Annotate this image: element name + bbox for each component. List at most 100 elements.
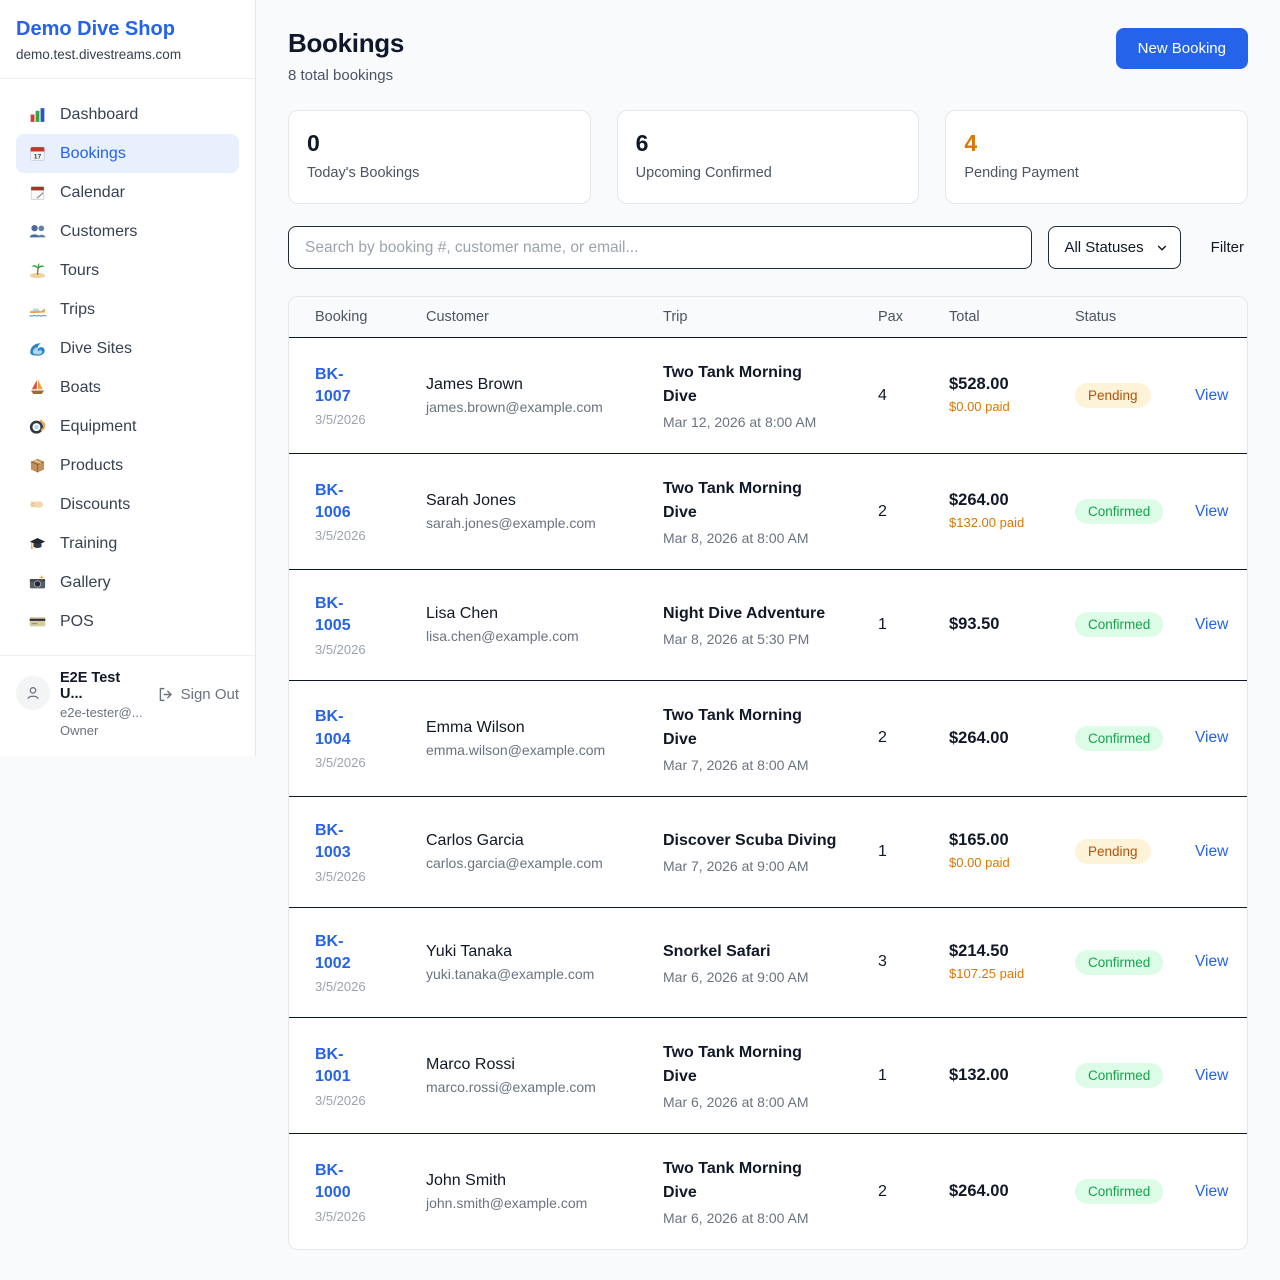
- booking-date: 3/5/2026: [315, 979, 408, 994]
- booking-id-link[interactable]: BK-1003: [315, 820, 377, 865]
- booking-cell: BK-10053/5/2026: [315, 593, 426, 657]
- view-link[interactable]: View: [1195, 953, 1228, 970]
- trip-name: Discover Scuba Diving: [663, 829, 839, 853]
- search-input[interactable]: [288, 226, 1032, 269]
- column-header-total: Total: [949, 297, 1075, 337]
- sidebar-item-tours[interactable]: Tours: [16, 251, 239, 290]
- filter-button[interactable]: Filter: [1211, 239, 1244, 256]
- sidebar-item-products[interactable]: Products: [16, 446, 239, 485]
- sidebar-item-trips[interactable]: Trips: [16, 290, 239, 329]
- bar-chart-icon: [28, 105, 47, 124]
- sidebar-nav: Dashboard17BookingsCalendarCustomers Tour…: [0, 79, 255, 655]
- sidebar-item-customers[interactable]: Customers: [16, 212, 239, 251]
- sidebar-item-calendar[interactable]: Calendar: [16, 173, 239, 212]
- sidebar-item-dashboard[interactable]: Dashboard: [16, 95, 239, 134]
- status-badge: Confirmed: [1075, 612, 1163, 637]
- view-link[interactable]: View: [1195, 1183, 1228, 1200]
- trip-name: Two Tank Morning Dive: [663, 1157, 839, 1205]
- person-icon: [24, 684, 42, 702]
- table-row: BK-10063/5/2026Sarah Jonessarah.jones@ex…: [289, 453, 1247, 569]
- sidebar-item-label: POS: [60, 613, 94, 631]
- pax-value: 2: [878, 503, 949, 521]
- booking-cell: BK-10073/5/2026: [315, 364, 426, 428]
- view-link[interactable]: View: [1195, 387, 1228, 404]
- booking-date: 3/5/2026: [315, 755, 408, 770]
- filter-controls: All Statuses Filter: [288, 226, 1248, 269]
- view-link[interactable]: View: [1195, 843, 1228, 860]
- view-cell: View: [1195, 387, 1247, 405]
- status-badge: Pending: [1075, 383, 1151, 408]
- trip-cell: Night Dive AdventureMar 8, 2026 at 5:30 …: [663, 602, 878, 647]
- total-cell: $165.00$0.00 paid: [949, 831, 1075, 873]
- view-cell: View: [1195, 503, 1247, 521]
- status-cell: Confirmed: [1075, 950, 1195, 975]
- sidebar-item-label: Trips: [60, 301, 95, 319]
- trip-name: Two Tank Morning Dive: [663, 477, 839, 525]
- tag-icon: [28, 495, 47, 514]
- status-badge: Confirmed: [1075, 1063, 1163, 1088]
- view-link[interactable]: View: [1195, 729, 1228, 746]
- booking-id-link[interactable]: BK-1004: [315, 706, 377, 751]
- booking-id-link[interactable]: BK-1006: [315, 480, 377, 525]
- table-body: BK-10073/5/2026James Brownjames.brown@ex…: [289, 338, 1247, 1249]
- booking-id-link[interactable]: BK-1000: [315, 1160, 377, 1205]
- booking-date: 3/5/2026: [315, 1209, 408, 1224]
- total-cell: $132.00: [949, 1066, 1075, 1085]
- trip-name: Two Tank Morning Dive: [663, 361, 839, 409]
- booking-id-link[interactable]: BK-1001: [315, 1044, 377, 1089]
- sidebar-item-training[interactable]: Training: [16, 524, 239, 563]
- total-cell: $528.00$0.00 paid: [949, 375, 1075, 417]
- customer-cell: Lisa Chenlisa.chen@example.com: [426, 605, 663, 644]
- camera-icon: [28, 573, 47, 592]
- customer-cell: Carlos Garciacarlos.garcia@example.com: [426, 832, 663, 871]
- avatar: [16, 676, 50, 710]
- booking-id-link[interactable]: BK-1007: [315, 364, 377, 409]
- total-amount: $93.50: [949, 615, 1057, 634]
- new-booking-button[interactable]: New Booking: [1116, 28, 1248, 69]
- pax-value: 3: [878, 953, 949, 971]
- column-header-pax: Pax: [878, 297, 949, 337]
- view-cell: View: [1195, 1067, 1247, 1085]
- column-header-booking: Booking: [315, 297, 426, 337]
- trip-datetime: Mar 12, 2026 at 8:00 AM: [663, 414, 860, 430]
- sidebar-item-bookings[interactable]: 17Bookings: [16, 134, 239, 173]
- booking-cell: BK-1003 3/5/2026: [315, 820, 426, 884]
- sidebar-item-pos[interactable]: POS: [16, 602, 239, 641]
- status-filter-select[interactable]: All Statuses: [1048, 226, 1180, 269]
- status-cell: Pending: [1075, 383, 1195, 408]
- wave-icon: [28, 339, 47, 358]
- sidebar-item-equipment[interactable]: Equipment: [16, 407, 239, 446]
- view-link[interactable]: View: [1195, 503, 1228, 520]
- view-link[interactable]: View: [1195, 616, 1228, 633]
- booking-id-link[interactable]: BK-1002: [315, 931, 377, 976]
- customer-name: John Smith: [426, 1172, 645, 1190]
- sign-out-button[interactable]: Sign Out: [157, 686, 239, 703]
- customer-name: Yuki Tanaka: [426, 943, 645, 961]
- trip-datetime: Mar 6, 2026 at 9:00 AM: [663, 969, 860, 985]
- booking-date: 3/5/2026: [315, 528, 408, 543]
- sidebar-item-gallery[interactable]: Gallery: [16, 563, 239, 602]
- sidebar-item-discounts[interactable]: Discounts: [16, 485, 239, 524]
- booking-id-link[interactable]: BK-1005: [315, 593, 377, 638]
- sign-out-label: Sign Out: [181, 686, 239, 703]
- pax-value: 1: [878, 1067, 949, 1085]
- trip-cell: Two Tank Morning DiveMar 6, 2026 at 8:00…: [663, 1157, 878, 1226]
- table-row: BK-10053/5/2026Lisa Chenlisa.chen@exampl…: [289, 569, 1247, 680]
- view-link[interactable]: View: [1195, 1067, 1228, 1084]
- table-header-row: BookingCustomerTripPaxTotalStatus: [289, 297, 1247, 338]
- pax-value: 2: [878, 729, 949, 747]
- sidebar-item-dive-sites[interactable]: Dive Sites: [16, 329, 239, 368]
- view-cell: View: [1195, 616, 1247, 634]
- sidebar-item-label: Training: [60, 535, 117, 553]
- customer-email: yuki.tanaka@example.com: [426, 966, 645, 982]
- stat-card-pending-payment: 4Pending Payment: [945, 110, 1248, 204]
- pax-value: 1: [878, 616, 949, 634]
- booking-cell: BK-1006 3/5/2026: [315, 480, 426, 544]
- sidebar-item-label: Tours: [60, 262, 99, 280]
- customer-cell: Yuki Tanaka yuki.tanaka@example.com: [426, 943, 663, 982]
- sidebar-item-boats[interactable]: Boats: [16, 368, 239, 407]
- sidebar-item-label: Boats: [60, 379, 101, 397]
- total-cell: $214.50$107.25 paid: [949, 942, 1075, 984]
- booking-date: 3/5/2026: [315, 869, 408, 884]
- bookings-count: 8 total bookings: [288, 67, 404, 84]
